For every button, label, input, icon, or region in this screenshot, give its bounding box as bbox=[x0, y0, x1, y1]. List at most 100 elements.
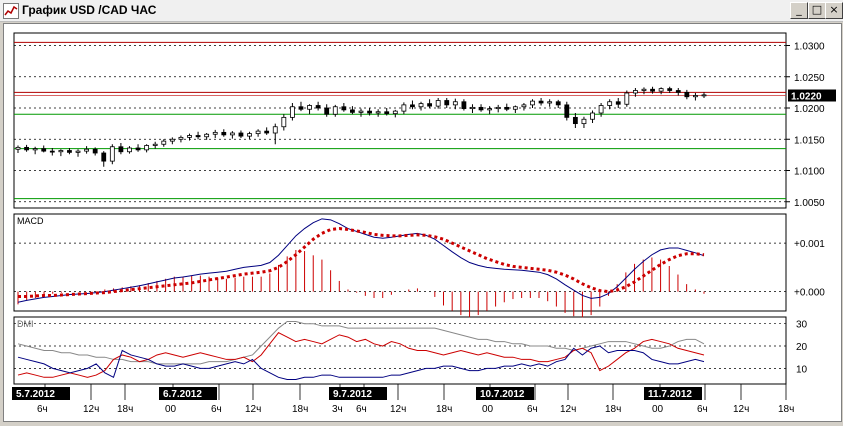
time-tick-label: 6ч bbox=[211, 404, 222, 415]
time-tick-label: 00 bbox=[652, 404, 664, 415]
candle-body bbox=[255, 130, 261, 135]
candle-body bbox=[178, 136, 184, 140]
candle-body bbox=[555, 101, 561, 106]
macd-tick-label: +0.001 bbox=[794, 239, 825, 250]
candle-body bbox=[461, 101, 467, 110]
candle-body bbox=[470, 106, 475, 110]
chart-canvas[interactable]: 1.0300 1.0250 1.0200 1.0150 1.0100 1.0050 1.02… bbox=[4, 24, 841, 421]
current-price-label: 1.0220 bbox=[791, 92, 822, 103]
candle-body bbox=[530, 100, 535, 106]
candle-body bbox=[350, 109, 355, 113]
dmi-tick-label: 20 bbox=[796, 342, 808, 353]
candle-body bbox=[504, 106, 510, 110]
macd-title: MACD bbox=[17, 216, 44, 226]
time-tick-label: 18ч bbox=[117, 404, 133, 415]
candle-body bbox=[367, 110, 372, 114]
candle-body bbox=[650, 88, 655, 92]
candle-body bbox=[512, 106, 518, 110]
candle-body bbox=[607, 101, 613, 106]
title-bar[interactable]: График USD /CAD ЧАС _ □ × bbox=[0, 0, 843, 22]
candle-body bbox=[384, 111, 390, 115]
candle-body bbox=[101, 152, 107, 162]
candle-body bbox=[161, 140, 167, 145]
candle-body bbox=[684, 91, 690, 98]
panel-frame-1 bbox=[13, 213, 787, 312]
candle-body bbox=[658, 88, 664, 92]
chart-area[interactable]: 1.0300 1.0250 1.0200 1.0150 1.0100 1.0050 1.02… bbox=[3, 23, 842, 422]
date-badge-label: 10.7.2012 bbox=[480, 389, 525, 400]
candle-body bbox=[487, 108, 493, 111]
date-badge-label: 11.7.2012 bbox=[648, 389, 692, 400]
panel-frame-2 bbox=[13, 316, 787, 385]
candle-body bbox=[547, 101, 553, 104]
candle-body bbox=[332, 106, 338, 115]
minimize-button[interactable]: _ bbox=[790, 2, 808, 19]
time-tick-label: 6ч bbox=[356, 404, 367, 415]
candle-body bbox=[75, 150, 81, 153]
time-tick-label: 3ч bbox=[332, 404, 343, 415]
candle-body bbox=[152, 143, 158, 146]
candle-body bbox=[315, 105, 321, 109]
candle-body bbox=[572, 116, 578, 125]
candle-body bbox=[281, 116, 287, 128]
candle-body bbox=[15, 146, 21, 150]
time-tick-label: 6ч bbox=[527, 404, 538, 415]
time-tick-label: 00 bbox=[165, 404, 177, 415]
candle-body bbox=[32, 148, 38, 151]
candle-body bbox=[590, 112, 595, 120]
candle-body bbox=[444, 100, 450, 106]
time-tick-label: 6ч bbox=[37, 404, 48, 415]
candle-body bbox=[633, 90, 638, 94]
window-title: График USD /CAD ЧАС bbox=[22, 3, 157, 17]
candle-body bbox=[41, 148, 47, 152]
time-tick-label: 12ч bbox=[390, 404, 406, 415]
chart-line-icon bbox=[3, 3, 19, 19]
candle-body bbox=[521, 104, 527, 108]
date-badge-label: 9.7.2012 bbox=[333, 389, 372, 400]
candle-body bbox=[392, 110, 398, 115]
candle-body bbox=[418, 103, 424, 108]
candle-body bbox=[564, 104, 570, 118]
time-tick-label: 18ч bbox=[292, 404, 308, 415]
chart-window: График USD /CAD ЧАС _ □ × 1.0300 1.0250 1.… bbox=[0, 0, 843, 423]
price-tick-label: 1.0300 bbox=[794, 42, 825, 53]
candle-body bbox=[238, 132, 244, 137]
candle-body bbox=[324, 107, 330, 115]
candle-body bbox=[58, 150, 64, 153]
close-button[interactable]: × bbox=[825, 2, 843, 19]
date-badge-label: 5.7.2012 bbox=[16, 389, 55, 400]
dmi-tick-label: 10 bbox=[796, 364, 808, 375]
date-badge-label: 6.7.2012 bbox=[163, 389, 202, 400]
price-tick-label: 1.0050 bbox=[794, 198, 825, 209]
time-tick-label: 18ч bbox=[605, 404, 621, 415]
candle-body bbox=[264, 130, 270, 134]
candle-body bbox=[675, 90, 681, 93]
candle-body bbox=[24, 146, 29, 151]
candle-body bbox=[118, 146, 124, 153]
candle-body bbox=[495, 106, 501, 110]
macd-tick-label: +0.000 bbox=[794, 288, 825, 299]
candle-body bbox=[427, 103, 433, 107]
price-tick-label: 1.0200 bbox=[794, 104, 825, 115]
candle-body bbox=[109, 146, 115, 162]
candle-body bbox=[49, 150, 55, 153]
candle-body bbox=[84, 148, 89, 152]
time-tick-label: 18ч bbox=[778, 404, 794, 415]
candle-body bbox=[307, 105, 312, 110]
candle-body bbox=[169, 138, 175, 142]
candle-body bbox=[375, 111, 381, 114]
candle-body bbox=[221, 131, 227, 136]
candle-body bbox=[615, 101, 621, 105]
candle-body bbox=[358, 110, 364, 113]
candle-body bbox=[341, 106, 347, 111]
candle-body bbox=[127, 147, 132, 153]
candle-body bbox=[144, 145, 150, 151]
candle-body bbox=[92, 148, 98, 154]
maximize-button[interactable]: □ bbox=[808, 2, 826, 19]
candle-body bbox=[478, 106, 484, 111]
candle-body bbox=[187, 135, 192, 138]
candle-body bbox=[272, 126, 278, 134]
time-tick-label: 12ч bbox=[560, 404, 576, 415]
candle-body bbox=[67, 150, 72, 153]
candle-body bbox=[401, 104, 407, 112]
